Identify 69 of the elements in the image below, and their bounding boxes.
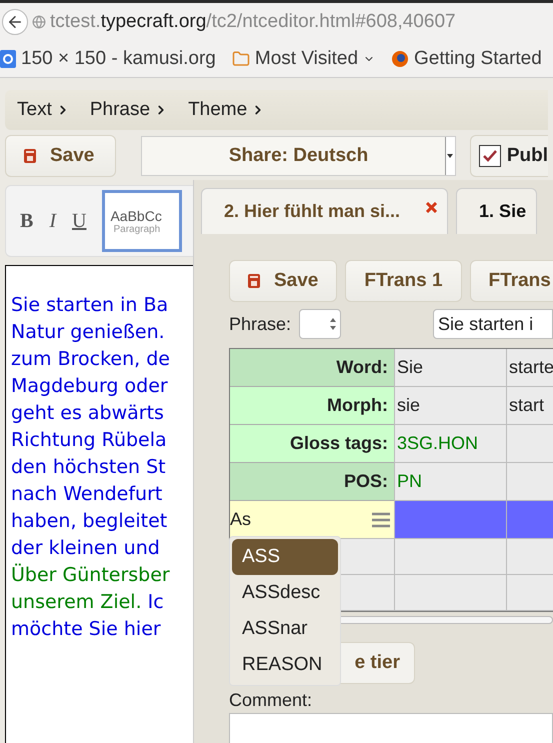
tier-label: Gloss tags: — [230, 425, 394, 463]
save-button[interactable]: Save — [229, 260, 338, 302]
phrase-tab[interactable]: 1. Sie — [456, 188, 538, 234]
phrase-field[interactable]: Sie starten i — [433, 309, 553, 339]
save-icon — [248, 274, 260, 288]
table-cell — [506, 463, 553, 501]
text-line: möchte Sie hier — [11, 617, 161, 642]
suggestion-item[interactable]: ASS — [232, 539, 338, 575]
table-cell: Sie — [394, 349, 506, 387]
table-cell — [506, 425, 553, 463]
text-line: zum Brocken, de — [11, 347, 170, 372]
text-line: nach Wendefurt — [11, 482, 162, 507]
table-cell: starte — [506, 349, 553, 387]
share-select[interactable]: Share: Deutsch — [141, 136, 456, 176]
tag-input[interactable]: As — [230, 501, 394, 538]
text-line: geht es abwärts — [11, 401, 164, 426]
text-line: der kleinen und — [11, 536, 160, 561]
globe-icon — [32, 14, 46, 28]
menu-icon[interactable] — [372, 512, 390, 528]
menu-item[interactable]: Theme — [188, 99, 248, 121]
table-cell — [506, 539, 553, 575]
bookmark-item[interactable]: Getting Started — [391, 48, 542, 70]
text-line: unserem Ziel. — [11, 590, 142, 615]
text-line: Natur genießen. — [11, 320, 165, 345]
format-button[interactable]: U — [72, 210, 86, 232]
table-cell: 3SG.HON — [394, 425, 506, 463]
paragraph-style[interactable]: AaBbCc Paragraph — [102, 190, 182, 252]
phrase-tab[interactable]: 2. Hier fühlt man si... — [201, 188, 448, 234]
bookmark-label: Getting Started — [414, 48, 542, 70]
text-line: Ic — [148, 590, 164, 615]
tier-label: Morph: — [230, 387, 394, 425]
text-line: haben, begleitet — [11, 509, 168, 534]
text-line: Sie starten in Ba — [11, 293, 168, 318]
spinner-arrows-icon — [330, 318, 336, 330]
publish-checkbox[interactable] — [478, 145, 501, 167]
publish-label: Publ — [506, 145, 548, 167]
translation-button[interactable]: FTrans — [470, 260, 553, 302]
menu-item[interactable]: Phrase — [90, 99, 150, 121]
table-cell: PN — [394, 463, 506, 501]
text-line: Richtung Rübela — [11, 428, 167, 453]
text-line: Magdeburg oder — [11, 374, 168, 399]
close-icon[interactable] — [426, 202, 438, 213]
menu-item[interactable]: Text — [17, 99, 52, 121]
suggestion-item[interactable]: REASON — [232, 647, 338, 683]
text-line: Über Güntersber — [11, 562, 170, 588]
text-line: den höchsten St — [11, 455, 166, 480]
comment-label: Comment: — [229, 690, 314, 711]
format-button[interactable]: I — [49, 210, 56, 232]
table-cell — [506, 575, 553, 611]
back-button[interactable] — [2, 8, 28, 34]
suggestion-item[interactable]: ASSnar — [232, 611, 338, 647]
phrase-label: Phrase: — [229, 314, 292, 334]
folder-icon — [232, 50, 250, 68]
save-button[interactable]: Save — [5, 135, 116, 177]
checkmark-icon — [482, 150, 497, 162]
tier-label: POS: — [230, 463, 394, 501]
firefox-icon — [391, 50, 410, 68]
table-cell: start — [506, 387, 553, 425]
tier-label: Word: — [230, 349, 394, 387]
translation-button[interactable]: FTrans 1 — [345, 260, 462, 302]
dropdown-icon — [447, 154, 454, 158]
suggestion-item[interactable]: ASSdesc — [232, 575, 338, 611]
bookmark-item[interactable]: Most Visited — [232, 48, 376, 70]
phrase-spinner[interactable] — [299, 309, 342, 339]
format-button[interactable]: B — [20, 210, 34, 232]
table-cell — [506, 501, 553, 539]
bookmark-label: Most Visited — [254, 48, 358, 70]
table-cell: sie — [394, 387, 506, 425]
save-icon — [24, 149, 36, 163]
